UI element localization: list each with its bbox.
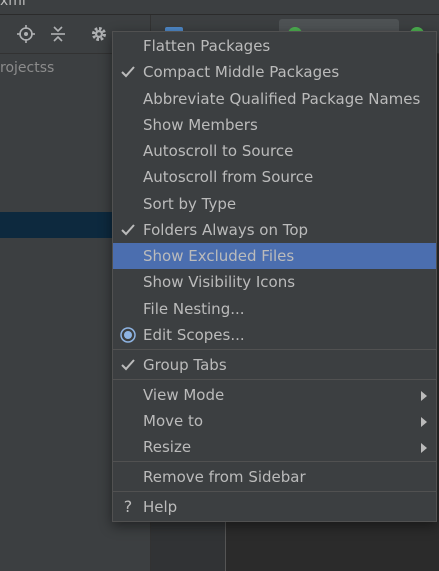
project-tree-node[interactable]: rojectss: [0, 60, 54, 76]
menu-item-autoscroll-from-source[interactable]: Autoscroll from Source: [113, 164, 436, 190]
menu-item-show-members[interactable]: Show Members: [113, 112, 436, 138]
title-bar: xml: [0, 0, 439, 15]
checkmark-icon: [120, 59, 136, 85]
menu-item-sort-by-type[interactable]: Sort by Type: [113, 191, 436, 217]
checkmark-icon: [120, 217, 136, 243]
submenu-arrow-icon: [421, 417, 427, 427]
menu-item-compact-middle-packages[interactable]: Compact Middle Packages: [113, 59, 436, 85]
menu-separator: [113, 491, 436, 492]
menu-item-show-excluded-files[interactable]: Show Excluded Files: [113, 243, 436, 269]
menu-separator: [113, 379, 436, 380]
menu-item-folders-always-on-top[interactable]: Folders Always on Top: [113, 217, 436, 243]
menu-item-show-visibility-icons[interactable]: Show Visibility Icons: [113, 269, 436, 295]
checkmark-icon: [120, 352, 136, 378]
menu-item-abbreviate-qualified-package-names[interactable]: Abbreviate Qualified Package Names: [113, 86, 436, 112]
window-title: xml: [0, 0, 26, 9]
menu-item-autoscroll-to-source[interactable]: Autoscroll to Source: [113, 138, 436, 164]
menu-item-remove-from-sidebar[interactable]: Remove from Sidebar: [113, 464, 436, 490]
submenu-arrow-icon: [421, 391, 427, 401]
question-icon: ?: [123, 497, 133, 516]
menu-item-file-nesting[interactable]: File Nesting...: [113, 296, 436, 322]
menu-item-flatten-packages[interactable]: Flatten Packages: [113, 33, 436, 59]
collapse-all-icon[interactable]: [48, 24, 68, 44]
gear-icon[interactable]: [89, 24, 109, 44]
menu-separator: [113, 461, 436, 462]
project-view-options-menu: Flatten Packages Compact Middle Packages…: [112, 31, 437, 522]
menu-item-resize[interactable]: Resize: [113, 434, 436, 460]
menu-separator: [113, 349, 436, 350]
locate-icon[interactable]: [16, 24, 36, 44]
radio-icon: [120, 322, 136, 348]
menu-item-group-tabs[interactable]: Group Tabs: [113, 352, 436, 378]
menu-item-edit-scopes[interactable]: Edit Scopes...: [113, 322, 436, 348]
menu-item-move-to[interactable]: Move to: [113, 408, 436, 434]
submenu-arrow-icon: [421, 443, 427, 453]
menu-item-view-mode[interactable]: View Mode: [113, 382, 436, 408]
menu-item-help[interactable]: ? Help: [113, 494, 436, 520]
